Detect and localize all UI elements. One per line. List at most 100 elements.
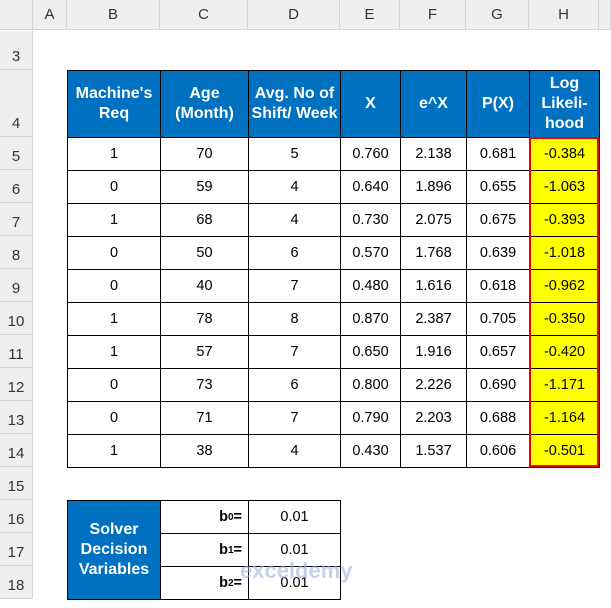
table-cell[interactable]: 4: [248, 203, 341, 237]
table-header-cell: X: [340, 70, 401, 138]
row-header-4[interactable]: 4: [0, 70, 33, 137]
table-cell[interactable]: 2.387: [400, 302, 467, 336]
table-cell[interactable]: 68: [160, 203, 249, 237]
row-header-6[interactable]: 6: [0, 170, 33, 203]
table-cell[interactable]: 1: [67, 335, 161, 369]
table-cell[interactable]: 0.657: [466, 335, 530, 369]
table-cell[interactable]: -0.393: [529, 203, 600, 237]
column-header-A[interactable]: A: [33, 0, 67, 30]
table-cell[interactable]: -1.171: [529, 368, 600, 402]
table-cell[interactable]: 38: [160, 434, 249, 468]
table-cell[interactable]: 0: [67, 236, 161, 270]
table-cell[interactable]: 7: [248, 269, 341, 303]
table-cell[interactable]: 7: [248, 401, 341, 435]
table-cell[interactable]: 0.730: [340, 203, 401, 237]
table-cell[interactable]: 1: [67, 302, 161, 336]
table-cell[interactable]: 0.790: [340, 401, 401, 435]
column-header-E[interactable]: E: [340, 0, 400, 30]
row-header-7[interactable]: 7: [0, 203, 33, 236]
table-cell[interactable]: 2.075: [400, 203, 467, 237]
table-cell[interactable]: 0.800: [340, 368, 401, 402]
table-cell[interactable]: 0.681: [466, 137, 530, 171]
column-header-C[interactable]: C: [160, 0, 248, 30]
table-cell[interactable]: 1.768: [400, 236, 467, 270]
table-cell[interactable]: 2.138: [400, 137, 467, 171]
table-cell[interactable]: 0.640: [340, 170, 401, 204]
row-header-18[interactable]: 18: [0, 566, 33, 599]
table-cell[interactable]: 0.570: [340, 236, 401, 270]
row-header-14[interactable]: 14: [0, 434, 33, 467]
table-cell[interactable]: 0.618: [466, 269, 530, 303]
table-cell[interactable]: 1.916: [400, 335, 467, 369]
table-cell[interactable]: 2.203: [400, 401, 467, 435]
table-cell[interactable]: 1: [67, 137, 161, 171]
table-cell[interactable]: 0.606: [466, 434, 530, 468]
table-cell[interactable]: 6: [248, 368, 341, 402]
table-cell[interactable]: 70: [160, 137, 249, 171]
table-cell[interactable]: -0.501: [529, 434, 600, 468]
row-header-17[interactable]: 17: [0, 533, 33, 566]
table-cell[interactable]: 71: [160, 401, 249, 435]
table-cell[interactable]: 59: [160, 170, 249, 204]
table-cell[interactable]: 8: [248, 302, 341, 336]
row-header-16[interactable]: 16: [0, 500, 33, 533]
table-cell[interactable]: 5: [248, 137, 341, 171]
select-all-corner[interactable]: [0, 0, 33, 30]
table-cell[interactable]: 0: [67, 269, 161, 303]
row-header-5[interactable]: 5: [0, 137, 33, 170]
row-header-15[interactable]: 15: [0, 467, 33, 500]
solver-var-value[interactable]: 0.01: [248, 500, 341, 534]
column-header-next[interactable]: [599, 0, 611, 30]
row-header-13[interactable]: 13: [0, 401, 33, 434]
table-cell[interactable]: 0.688: [466, 401, 530, 435]
table-cell[interactable]: 6: [248, 236, 341, 270]
table-cell[interactable]: 0.675: [466, 203, 530, 237]
table-cell[interactable]: -1.164: [529, 401, 600, 435]
column-header-B[interactable]: B: [67, 0, 160, 30]
row-header-9[interactable]: 9: [0, 269, 33, 302]
table-cell[interactable]: 0.639: [466, 236, 530, 270]
table-cell[interactable]: 1.616: [400, 269, 467, 303]
var-eq: =: [233, 542, 242, 558]
table-cell[interactable]: 78: [160, 302, 249, 336]
column-header-D[interactable]: D: [248, 0, 340, 30]
table-cell[interactable]: 0: [67, 170, 161, 204]
table-cell[interactable]: 57: [160, 335, 249, 369]
table-cell[interactable]: 4: [248, 170, 341, 204]
table-cell[interactable]: 4: [248, 434, 341, 468]
table-cell[interactable]: -0.420: [529, 335, 600, 369]
table-cell[interactable]: 0.655: [466, 170, 530, 204]
table-cell[interactable]: 0: [67, 368, 161, 402]
column-header-G[interactable]: G: [466, 0, 529, 30]
table-cell[interactable]: 0.760: [340, 137, 401, 171]
table-cell[interactable]: -1.018: [529, 236, 600, 270]
table-cell[interactable]: -1.063: [529, 170, 600, 204]
table-cell[interactable]: 0: [67, 401, 161, 435]
table-cell[interactable]: 1: [67, 434, 161, 468]
row-header-11[interactable]: 11: [0, 335, 33, 368]
row-header-3[interactable]: 3: [0, 31, 33, 70]
table-cell[interactable]: 40: [160, 269, 249, 303]
table-cell[interactable]: -0.962: [529, 269, 600, 303]
table-cell[interactable]: 7: [248, 335, 341, 369]
var-eq: =: [233, 509, 242, 525]
table-cell[interactable]: 0.650: [340, 335, 401, 369]
table-cell[interactable]: 73: [160, 368, 249, 402]
table-cell[interactable]: 2.226: [400, 368, 467, 402]
table-cell[interactable]: 0.480: [340, 269, 401, 303]
table-cell[interactable]: 0.705: [466, 302, 530, 336]
column-header-H[interactable]: H: [529, 0, 599, 30]
table-cell[interactable]: 50: [160, 236, 249, 270]
table-cell[interactable]: 0.690: [466, 368, 530, 402]
table-cell[interactable]: -0.350: [529, 302, 600, 336]
column-header-F[interactable]: F: [400, 0, 466, 30]
table-cell[interactable]: 0.430: [340, 434, 401, 468]
table-cell[interactable]: 0.870: [340, 302, 401, 336]
row-header-12[interactable]: 12: [0, 368, 33, 401]
table-cell[interactable]: 1: [67, 203, 161, 237]
row-header-10[interactable]: 10: [0, 302, 33, 335]
row-header-8[interactable]: 8: [0, 236, 33, 269]
table-cell[interactable]: -0.384: [529, 137, 600, 171]
table-cell[interactable]: 1.896: [400, 170, 467, 204]
table-cell[interactable]: 1.537: [400, 434, 467, 468]
